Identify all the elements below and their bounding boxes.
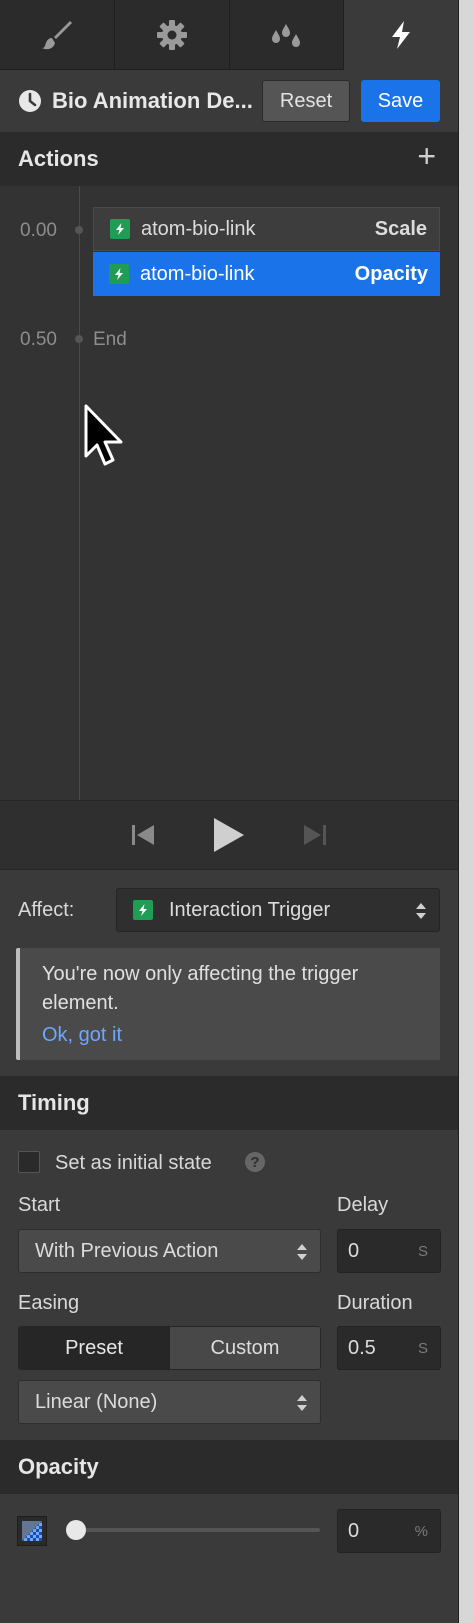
easing-preset-button[interactable]: Preset xyxy=(19,1327,169,1369)
duration-label: Duration xyxy=(337,1292,413,1314)
opacity-input[interactable]: 0 % xyxy=(337,1509,441,1553)
playback-controls xyxy=(0,800,458,870)
drops-icon xyxy=(272,24,301,47)
easing-label: Easing xyxy=(18,1292,80,1314)
affect-row: Affect: Interaction Trigger xyxy=(0,888,458,932)
delay-label: Delay xyxy=(337,1194,389,1216)
opacity-slider-track[interactable] xyxy=(75,1528,320,1532)
easing-preset-select[interactable]: Linear (None) xyxy=(18,1380,321,1424)
gear-icon xyxy=(156,20,187,50)
delay-input[interactable]: 0 S xyxy=(337,1229,441,1273)
actions-title: Actions xyxy=(18,146,99,171)
add-action-button[interactable]: + xyxy=(417,138,436,175)
actions-timeline: 0.00 atom-bio-link Scale atom-bio-link O… xyxy=(0,186,458,800)
panel-tabs xyxy=(0,0,458,70)
timeline-line xyxy=(79,186,80,800)
easing-preset-value: Linear (None) xyxy=(35,1390,158,1413)
duration-value: 0.5 xyxy=(348,1336,376,1359)
interactions-panel: Bio Animation De... Reset Save Actions +… xyxy=(0,0,458,1623)
tab-style-manager[interactable] xyxy=(230,0,345,70)
dismiss-notice-link[interactable]: Ok, got it xyxy=(42,1024,424,1047)
start-value: With Previous Action xyxy=(35,1239,219,1262)
lightning-icon xyxy=(110,219,130,239)
easing-custom-button[interactable]: Custom xyxy=(169,1327,320,1369)
select-arrows-icon xyxy=(297,1244,307,1260)
skip-back-icon xyxy=(132,825,154,845)
actions-header: Actions + xyxy=(0,132,458,186)
skip-back-button[interactable] xyxy=(130,822,156,848)
easing-mode-toggle: Preset Custom xyxy=(18,1326,321,1370)
transparency-icon xyxy=(17,1516,47,1546)
end-marker[interactable]: End xyxy=(93,329,127,351)
tab-interactions[interactable] xyxy=(344,0,458,70)
action-property: Opacity xyxy=(354,262,428,285)
timeline-dot xyxy=(75,335,83,343)
action-target: atom-bio-link xyxy=(141,217,256,240)
notice-text: You're now only affecting the trigger el… xyxy=(42,963,359,1014)
opacity-slider-thumb[interactable] xyxy=(66,1520,86,1540)
tab-settings[interactable] xyxy=(115,0,230,70)
affect-label: Affect: xyxy=(18,899,75,921)
lightning-icon xyxy=(133,900,153,920)
opacity-header: Opacity xyxy=(0,1440,458,1494)
delay-unit: S xyxy=(417,1243,428,1260)
select-arrows-icon xyxy=(297,1395,307,1411)
action-property: Scale xyxy=(374,217,427,240)
interaction-title[interactable]: Bio Animation De... xyxy=(52,88,257,114)
affect-value: Interaction Trigger xyxy=(169,898,331,921)
clock-icon xyxy=(19,90,41,112)
timeline-dot xyxy=(75,226,83,234)
help-icon[interactable]: ? xyxy=(245,1152,265,1172)
duration-unit: S xyxy=(417,1340,428,1357)
brush-icon xyxy=(41,21,72,50)
play-button[interactable] xyxy=(212,816,246,854)
time-label: 0.50 xyxy=(20,329,57,350)
skip-forward-icon xyxy=(304,825,326,845)
start-label: Start xyxy=(18,1194,61,1216)
action-item-opacity[interactable]: atom-bio-link Opacity xyxy=(93,252,440,296)
timing-title: Timing xyxy=(18,1090,90,1115)
initial-state-checkbox[interactable] xyxy=(18,1151,40,1173)
action-item-scale[interactable]: atom-bio-link Scale xyxy=(93,207,440,251)
select-arrows-icon xyxy=(416,903,426,919)
reset-button[interactable]: Reset xyxy=(262,80,350,122)
play-icon xyxy=(214,818,244,852)
affect-select[interactable]: Interaction Trigger xyxy=(116,888,440,932)
delay-value: 0 xyxy=(348,1239,360,1262)
start-select[interactable]: With Previous Action xyxy=(18,1229,321,1273)
opacity-value: 0 xyxy=(348,1519,360,1542)
lightning-icon xyxy=(392,21,411,49)
interaction-title-bar: Bio Animation De... Reset Save xyxy=(0,70,458,132)
save-button[interactable]: Save xyxy=(361,80,440,122)
initial-state-label: Set as initial state xyxy=(55,1152,212,1174)
opacity-unit: % xyxy=(414,1523,428,1540)
opacity-title: Opacity xyxy=(18,1454,99,1479)
timing-header: Timing xyxy=(0,1076,458,1130)
window-edge xyxy=(458,0,474,1623)
tab-style[interactable] xyxy=(0,0,115,70)
affect-notice: You're now only affecting the trigger el… xyxy=(16,948,440,1060)
skip-forward-button[interactable] xyxy=(302,822,328,848)
lightning-icon xyxy=(109,264,129,284)
duration-input[interactable]: 0.5 S xyxy=(337,1326,441,1370)
mouse-cursor-icon xyxy=(84,404,123,466)
action-target: atom-bio-link xyxy=(140,262,255,285)
time-label: 0.00 xyxy=(20,220,57,241)
